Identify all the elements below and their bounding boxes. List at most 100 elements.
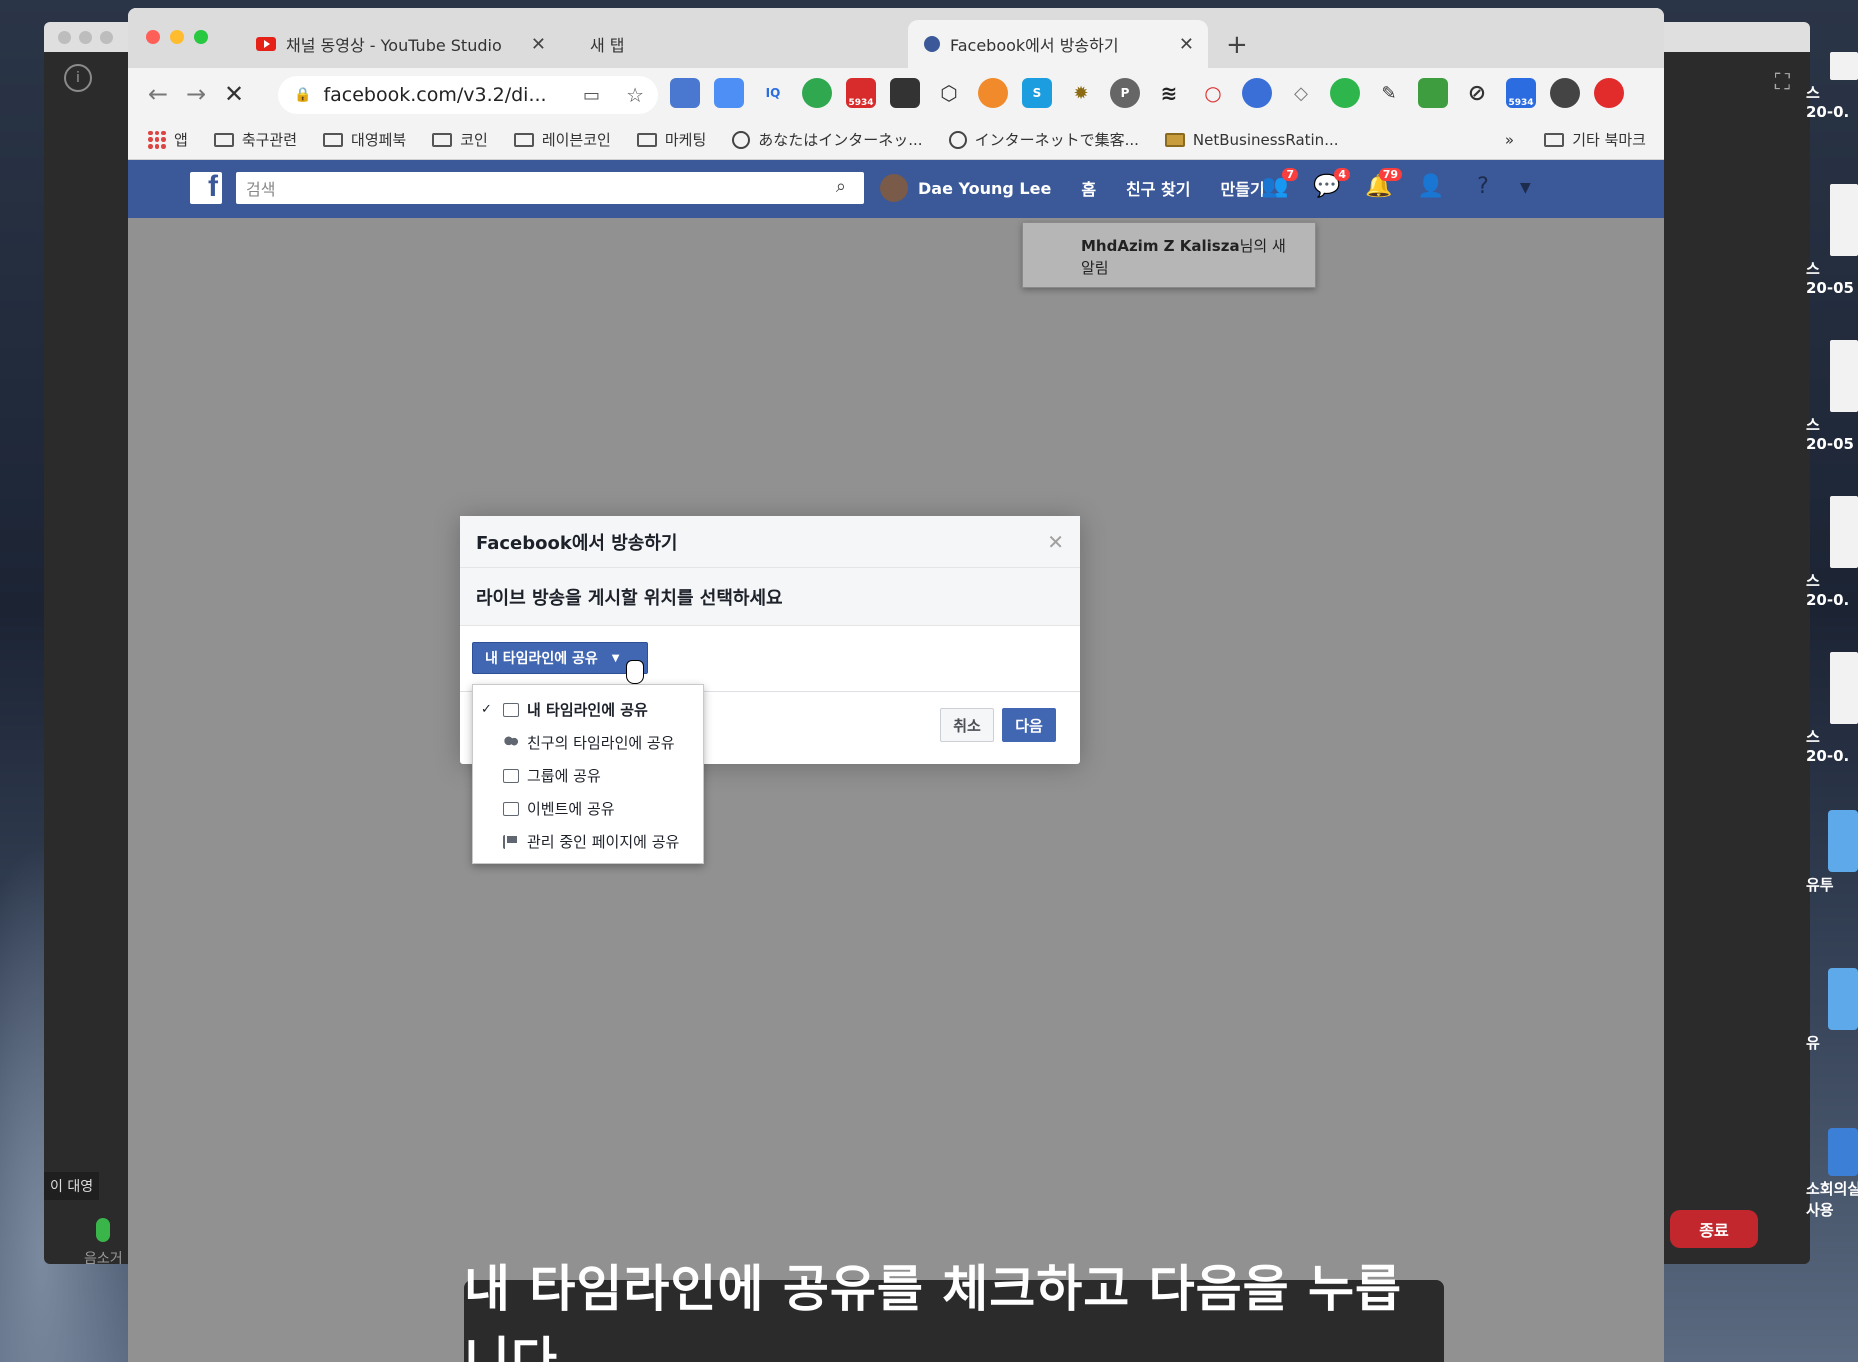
skype-icon[interactable]: S	[1022, 78, 1052, 108]
tab-strip: 채널 동영상 - YouTube Studio ✕ 새 탭 ✕ Facebook…	[128, 8, 1664, 68]
iq-extension-icon[interactable]: IQ	[758, 78, 788, 108]
tab-close-icon[interactable]: ✕	[531, 34, 546, 55]
desktop-file[interactable]: 스 20-05	[1806, 340, 1858, 453]
help-icon[interactable]: ?	[1468, 174, 1498, 202]
bookmark-label: 마케팅	[664, 131, 707, 149]
next-button[interactable]: 다음	[1002, 708, 1056, 742]
bookmark-link[interactable]: あなたはインターネッ...	[732, 129, 923, 150]
menu-item-managed-page[interactable]: 관리 중인 페이지에 공유	[473, 825, 703, 858]
notifications-icon[interactable]: 🔔 79	[1364, 168, 1402, 202]
desktop-file[interactable]: 스 20-0.	[1806, 496, 1858, 609]
bug-icon[interactable]: ✹	[1066, 78, 1096, 108]
menu-item-friend-timeline[interactable]: 친구의 타임라인에 공유	[473, 726, 703, 759]
bookmark-folder[interactable]: 레이븐코인	[513, 129, 611, 150]
dialog-instruction: 라이브 방송을 게시할 위치를 선택하세요	[460, 568, 1080, 626]
compass-icon[interactable]	[802, 78, 832, 108]
window-minimize-dot[interactable]	[79, 30, 92, 44]
translate-icon[interactable]	[714, 78, 744, 108]
file-thumbnail	[1830, 496, 1858, 568]
fullscreen-icon[interactable]: ⛶	[1775, 70, 1790, 95]
maximize-window-button[interactable]	[194, 30, 208, 44]
eraser-icon[interactable]: ◇	[1286, 78, 1316, 108]
no-sign-icon[interactable]: ⊘	[1462, 78, 1492, 108]
minimize-window-button[interactable]	[170, 30, 184, 44]
bookmark-star-icon[interactable]: ☆	[626, 83, 644, 107]
messages-badge: 4	[1334, 168, 1350, 181]
desktop-file[interactable]: 스 20-0.	[1806, 52, 1858, 121]
nav-create-link[interactable]: 만들기	[1221, 176, 1265, 200]
tab-close-icon[interactable]: ✕	[1179, 34, 1194, 55]
menu-item-event[interactable]: 이벤트에 공유	[473, 792, 703, 825]
account-menu-caret-icon[interactable]: ▼	[1520, 180, 1531, 196]
other-bookmarks-folder[interactable]: 기타 북마크	[1544, 129, 1646, 150]
bookmark-link[interactable]: インターネットで集客...	[948, 129, 1139, 150]
info-icon[interactable]: i	[64, 64, 92, 92]
nav-find-friends-link[interactable]: 친구 찾기	[1126, 176, 1190, 200]
gmail-counter-icon[interactable]: 5934	[846, 78, 876, 108]
profile-avatar-icon[interactable]	[1550, 78, 1580, 108]
quick-help-people-icon[interactable]: 👤	[1416, 174, 1446, 202]
desktop-file[interactable]: 스 20-05	[1806, 184, 1858, 297]
bookmark-folder[interactable]: 마케팅	[636, 129, 707, 150]
cast-icon[interactable]: ▭	[583, 85, 600, 106]
microphone-icon[interactable]	[96, 1218, 110, 1242]
blue-circle-icon[interactable]	[1242, 78, 1272, 108]
profile-link[interactable]: Dae Young Lee	[880, 174, 1051, 202]
close-icon[interactable]: ✕	[1047, 530, 1064, 554]
desktop-file[interactable]: 소회의실 사용	[1806, 1128, 1858, 1220]
forward-arrow-icon[interactable]: →	[186, 80, 206, 108]
facebook-logo[interactable]: f	[190, 170, 222, 204]
folder-icon	[1828, 810, 1858, 872]
facebook-nav: Dae Young Lee 홈 친구 찾기 만들기	[880, 174, 1265, 202]
circle-extension-icon[interactable]: ○	[1198, 78, 1228, 108]
stop-loading-icon[interactable]: ✕	[224, 80, 244, 108]
red-record-icon[interactable]	[1594, 78, 1624, 108]
window-close-dot[interactable]	[58, 30, 71, 44]
search-icon[interactable]: ⌕	[836, 176, 846, 197]
bookmark-folder[interactable]: 축구관련	[213, 129, 297, 150]
layers-icon[interactable]: ≋	[1154, 78, 1184, 108]
evernote-icon[interactable]	[1330, 78, 1360, 108]
eyedropper-icon[interactable]: ✎	[1374, 78, 1404, 108]
address-bar[interactable]: 🔒 facebook.com/v3.2/di... ▭ ☆	[278, 76, 658, 114]
desktop-file[interactable]: 스 20-0.	[1806, 652, 1858, 765]
modal-overlay	[128, 218, 1664, 1362]
bookmarks-overflow-button[interactable]: »	[1505, 131, 1514, 149]
friend-requests-icon[interactable]: 👥 7	[1260, 168, 1298, 202]
bookmark-folder[interactable]: 대영페북	[323, 129, 406, 150]
cube-icon[interactable]: ⬡	[934, 78, 964, 108]
tab-youtube-studio[interactable]: 채널 동영상 - YouTube Studio ✕	[240, 20, 560, 68]
bookmark-link[interactable]: NetBusinessRatin...	[1164, 131, 1339, 149]
orange-extension-icon[interactable]	[978, 78, 1008, 108]
bookmark-folder[interactable]: 코인	[432, 129, 488, 150]
extension-icon[interactable]	[670, 78, 700, 108]
desktop-folder[interactable]: 유	[1806, 968, 1858, 1053]
green-extension-icon[interactable]	[1418, 78, 1448, 108]
menu-item-label: 내 타임라인에 공유	[527, 701, 648, 719]
bookmark-apps[interactable]: 앱	[148, 129, 188, 150]
desktop-folder[interactable]: 유투	[1806, 810, 1858, 895]
menu-item-my-timeline[interactable]: ✓ 내 타임라인에 공유	[473, 693, 703, 726]
pinterest-icon[interactable]: P	[1110, 78, 1140, 108]
mail-counter-icon[interactable]: 5934	[1506, 78, 1536, 108]
facebook-search-input[interactable]: 검색 ⌕	[236, 172, 864, 204]
close-window-button[interactable]	[146, 30, 160, 44]
screenshot-icon[interactable]	[890, 78, 920, 108]
search-placeholder: 검색	[246, 180, 276, 199]
share-target-select[interactable]: 내 타임라인에 공유 ▼	[472, 642, 648, 674]
menu-item-label: 그룹에 공유	[527, 767, 601, 785]
notification-toast[interactable]: MhdAzim Z Kalisza님의 새 알림	[1022, 222, 1316, 288]
file-thumbnail	[1830, 340, 1858, 412]
back-arrow-icon[interactable]: ←	[148, 80, 168, 108]
end-meeting-button[interactable]: 종료	[1670, 1210, 1758, 1248]
folder-name: 유	[1806, 1034, 1820, 1052]
tab-title: Facebook에서 방송하기	[950, 36, 1119, 55]
nav-home-link[interactable]: 홈	[1081, 176, 1096, 200]
messages-icon[interactable]: 💬 4	[1312, 168, 1350, 202]
new-tab-button[interactable]: +	[1226, 30, 1248, 60]
file-name: 스 20-05	[1806, 260, 1854, 297]
cancel-button[interactable]: 취소	[940, 708, 994, 742]
menu-item-group[interactable]: 그룹에 공유	[473, 759, 703, 792]
tab-facebook-live[interactable]: Facebook에서 방송하기 ✕	[908, 20, 1208, 68]
window-zoom-dot[interactable]	[100, 30, 113, 44]
